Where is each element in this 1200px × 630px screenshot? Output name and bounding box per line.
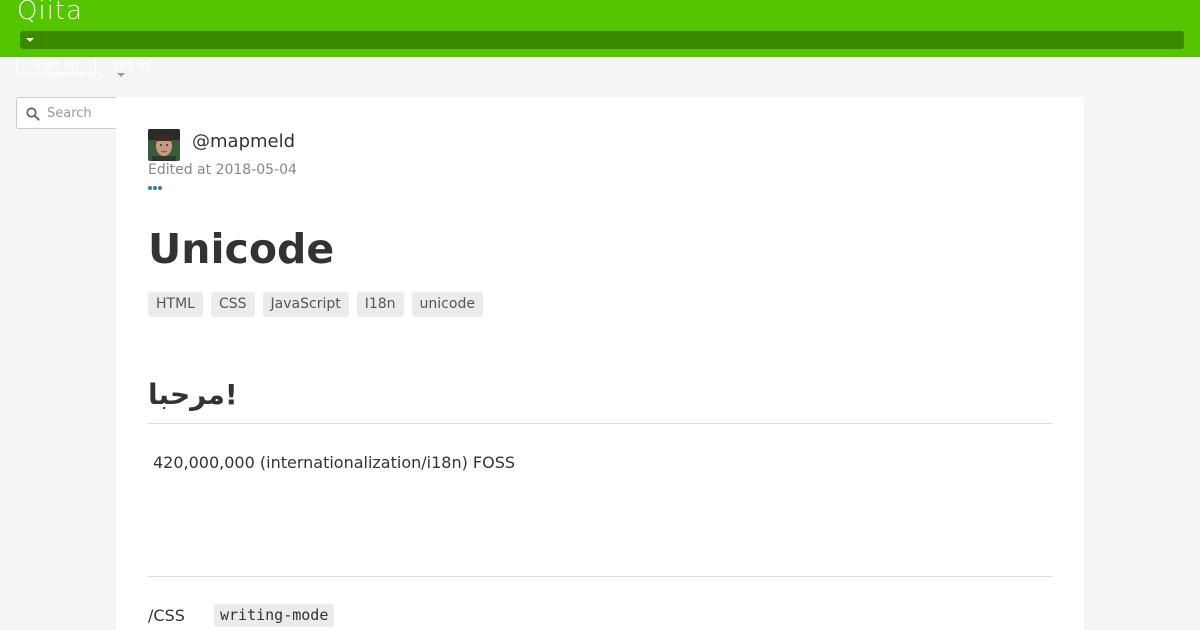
section-heading: مرحبا!	[148, 378, 238, 411]
tag-unicode[interactable]: unicode	[411, 292, 483, 317]
qiita-logo[interactable]: Qiita	[17, 0, 83, 26]
avatar-image	[148, 129, 180, 161]
more-options-icon[interactable]	[148, 186, 164, 190]
article-card: @mapmeld Edited at 2018-05-04 Unicode HT…	[116, 97, 1084, 630]
search-icon	[26, 107, 40, 121]
author-username[interactable]: @mapmeld	[192, 131, 295, 152]
chevron-down-icon[interactable]	[117, 73, 125, 77]
nav-bar	[20, 31, 1184, 49]
tag-javascript[interactable]: JavaScript	[262, 292, 349, 317]
community-menu[interactable]: Community	[40, 68, 104, 81]
login-link[interactable]: Log in	[113, 58, 149, 72]
tag-html[interactable]: HTML	[148, 292, 203, 317]
divider	[148, 576, 1052, 577]
tag-list: HTML CSS JavaScript I18n unicode	[148, 292, 483, 317]
tag-css[interactable]: CSS	[210, 292, 255, 317]
divider	[148, 423, 1052, 424]
inline-code: writing-mode	[214, 604, 335, 627]
edited-date: Edited at 2018-05-04	[148, 162, 297, 178]
avatar[interactable]	[148, 129, 180, 161]
article-title: Unicode	[148, 225, 335, 273]
body-text: /CSS	[148, 606, 185, 625]
caret-down-icon[interactable]	[26, 38, 34, 42]
body-paragraph: 420,000,000 (internationalization/i18n) …	[153, 453, 516, 472]
top-header: Qiita	[0, 0, 1200, 57]
tag-i18n[interactable]: I18n	[356, 292, 404, 317]
